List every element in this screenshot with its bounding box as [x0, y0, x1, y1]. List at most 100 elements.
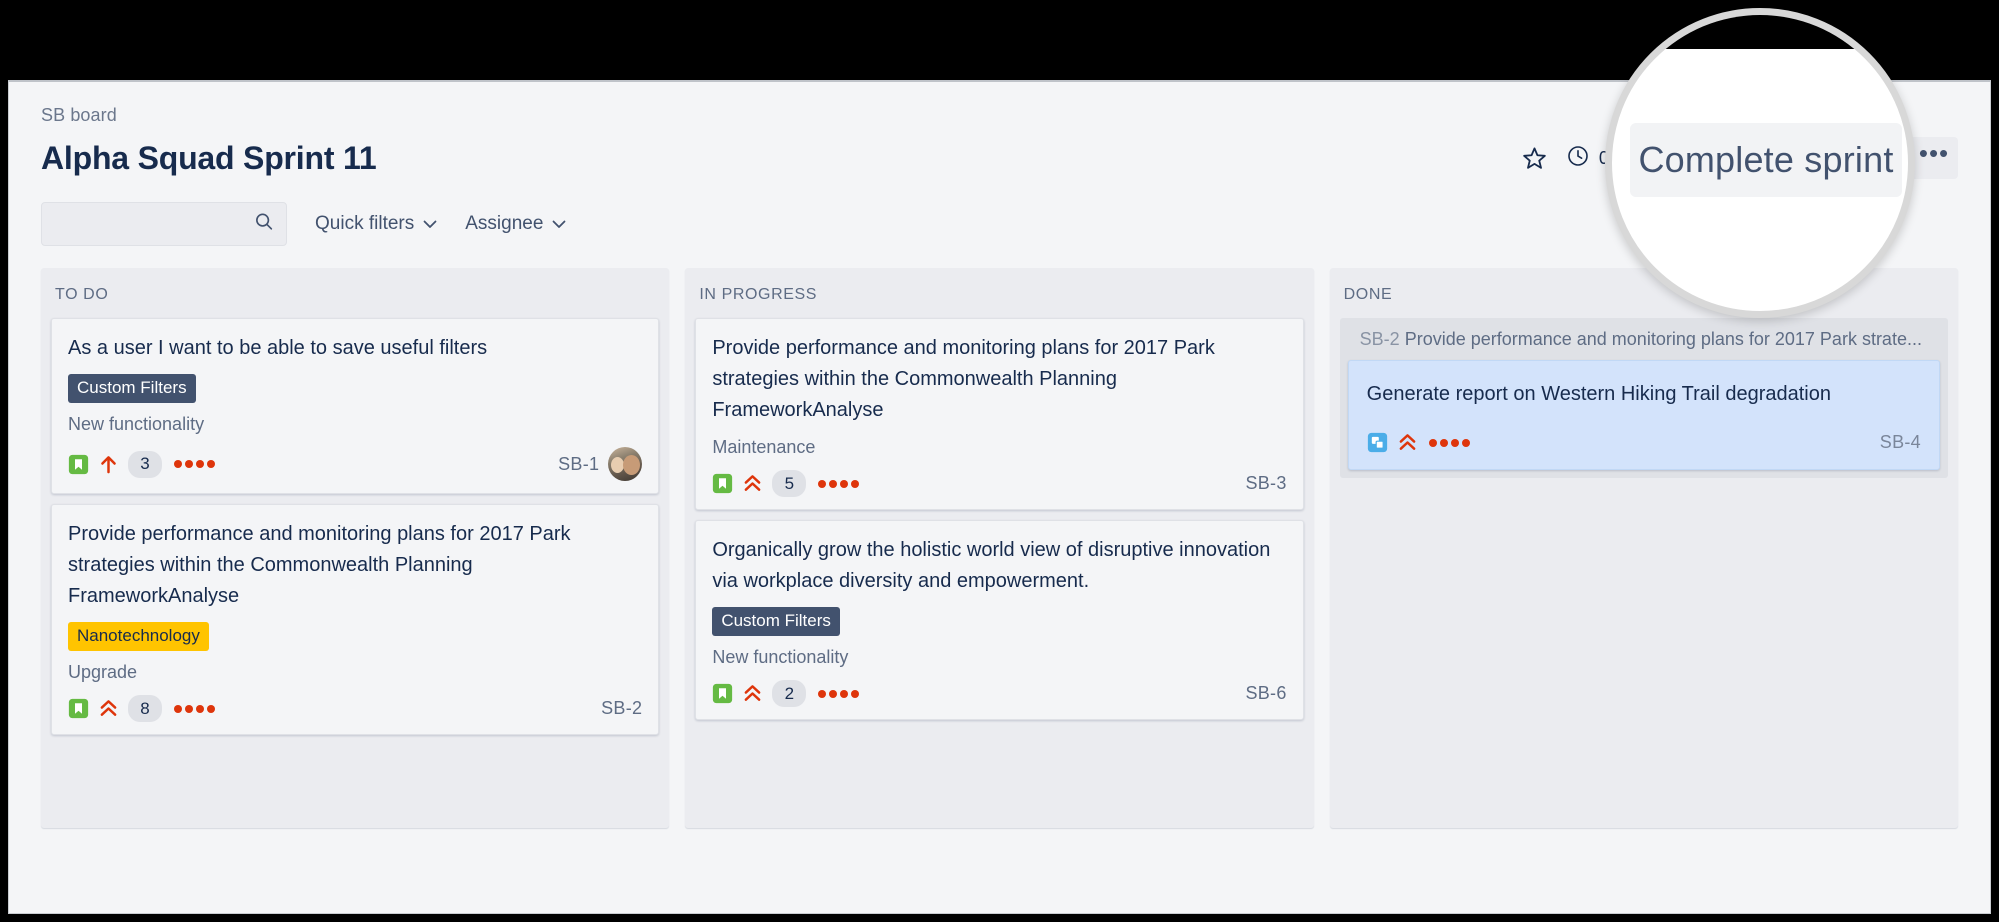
star-button[interactable]: [1514, 137, 1556, 179]
priority-medium-up-icon: [99, 454, 118, 475]
column-body: Provide performance and monitoring plans…: [685, 318, 1313, 720]
issue-card-title: Provide performance and monitoring plans…: [68, 523, 571, 607]
flag-dot: [829, 689, 838, 698]
issue-card[interactable]: Organically grow the holistic world view…: [695, 520, 1304, 720]
issue-card-footer: SB-4: [1367, 432, 1921, 453]
issue-card-title: Provide performance and monitoring plans…: [712, 337, 1215, 421]
column-body: As a user I want to be able to save usef…: [41, 318, 669, 735]
issue-card-footer: 2 SB-6: [712, 680, 1286, 707]
priority-highest-icon: [99, 698, 118, 719]
flag-dot: [1461, 438, 1470, 447]
issue-key: SB-4: [1879, 432, 1921, 452]
story-icon: [712, 683, 733, 704]
priority-highest-icon: [743, 473, 762, 494]
issue-key: SB-2: [601, 698, 643, 718]
parent-issue-header[interactable]: SB-2 Provide performance and monitoring p…: [1348, 320, 1940, 360]
issue-label-chip: Custom Filters: [712, 607, 840, 636]
quick-filters-dropdown[interactable]: Quick filters: [315, 202, 437, 246]
assignee-label: Assignee: [465, 213, 544, 234]
chevron-down-icon: [552, 218, 566, 231]
parent-issue-title: Provide performance and monitoring plans…: [1404, 329, 1922, 349]
issue-card-footer: 8 SB-2: [68, 695, 642, 722]
issue-label-chip: Custom Filters: [68, 374, 196, 403]
search-wrap: [41, 202, 287, 246]
chevron-down-icon: [423, 218, 437, 231]
issue-key: SB-1: [558, 453, 600, 474]
issue-card-footer: 5 SB-3: [712, 470, 1286, 497]
magnified-complete-sprint-button[interactable]: Complete sprint: [1630, 123, 1902, 197]
clock-icon: [1566, 144, 1590, 173]
flag-dot: [818, 689, 827, 698]
story-point-estimate: 2: [772, 680, 807, 707]
flag-dot: [207, 460, 215, 468]
issue-card-title: Organically grow the holistic world view…: [712, 539, 1271, 592]
priority-highest-icon: [1398, 432, 1417, 453]
board-column: IN PROGRESS Provide performance and monit…: [685, 268, 1314, 828]
issue-card[interactable]: Generate report on Western Hiking Trail …: [1347, 360, 1940, 470]
subtask-icon: [1367, 432, 1388, 453]
issue-label-chip: Nanotechnology: [68, 622, 209, 651]
search-input[interactable]: [41, 202, 287, 246]
flag-dot: [840, 689, 849, 698]
flag-dot: [829, 479, 838, 488]
flag-dot: [174, 460, 182, 468]
flag-dot: [851, 689, 860, 698]
magnifier-black-strip: [1612, 15, 1908, 49]
issue-epic-label: New functionality: [68, 414, 205, 434]
star-icon: [1521, 145, 1548, 172]
issue-card-footer-right: SB-6: [1245, 683, 1286, 704]
quick-filters-label: Quick filters: [315, 213, 415, 234]
column-header: IN PROGRESS: [699, 286, 818, 303]
flag-dot: [851, 479, 860, 488]
issue-card-footer-right: SB-3: [1245, 473, 1286, 494]
story-point-estimate: 3: [128, 450, 162, 478]
column-body: SB-2 Provide performance and monitoring p…: [1330, 318, 1958, 478]
flag-dot: [1450, 438, 1459, 447]
column-header: TO DO: [55, 286, 109, 303]
parent-issue-key: SB-2: [1359, 329, 1400, 349]
issue-card-title: As a user I want to be able to save usef…: [68, 337, 488, 359]
issue-key: SB-6: [1245, 683, 1287, 703]
issue-card[interactable]: Provide performance and monitoring plans…: [695, 318, 1304, 510]
issue-key: SB-3: [1245, 473, 1287, 493]
issue-epic-label: New functionality: [712, 647, 849, 667]
issue-card-footer-right: SB-4: [1880, 432, 1921, 453]
flag-dot: [818, 479, 827, 488]
story-point-estimate: 5: [772, 470, 807, 497]
issue-card-footer-right: SB-2: [601, 698, 642, 719]
flag-dot: [1439, 438, 1448, 447]
issue-epic-label: Maintenance: [712, 437, 816, 457]
assignee-dropdown[interactable]: Assignee: [465, 202, 566, 246]
flag-dots: [1428, 438, 1470, 447]
issue-card[interactable]: As a user I want to be able to save usef…: [51, 318, 660, 494]
flag-dots: [818, 479, 860, 488]
magnifier-content: Complete sprint: [1612, 15, 1908, 311]
flag-dots: [174, 704, 215, 713]
story-icon: [68, 454, 89, 475]
issue-card-footer-right: SB-1: [558, 447, 643, 481]
flag-dots: [818, 689, 860, 698]
flag-dot: [196, 460, 204, 468]
issue-card-footer: 3 SB-1: [68, 447, 643, 481]
story-icon: [68, 698, 89, 719]
magnified-complete-sprint-label: Complete sprint: [1638, 139, 1894, 180]
flag-dot: [185, 460, 193, 468]
flag-dot: [185, 704, 193, 713]
priority-highest-icon: [743, 683, 762, 704]
issue-epic-label: Upgrade: [68, 662, 138, 682]
board-column: DONE SB-2 Provide performance and monitori…: [1329, 268, 1958, 828]
screenshot-root: SB board Alpha Squad Sprint 11 0 ••• Qui…: [0, 0, 1999, 922]
page-title: Alpha Squad Sprint 11: [41, 140, 377, 176]
flag-dots: [174, 460, 215, 468]
more-actions-button[interactable]: •••: [1910, 137, 1958, 179]
flag-dot: [840, 479, 849, 488]
flag-dot: [174, 704, 182, 713]
flag-dot: [207, 704, 215, 713]
kanban-board: TO DO As a user I want to be able to save…: [9, 246, 1990, 828]
story-point-estimate: 8: [128, 695, 162, 722]
parent-issue-group: SB-2 Provide performance and monitoring p…: [1339, 318, 1948, 478]
flag-dot: [1428, 438, 1437, 447]
avatar[interactable]: [608, 447, 643, 481]
issue-card[interactable]: Provide performance and monitoring plans…: [51, 504, 660, 735]
story-icon: [712, 473, 733, 494]
